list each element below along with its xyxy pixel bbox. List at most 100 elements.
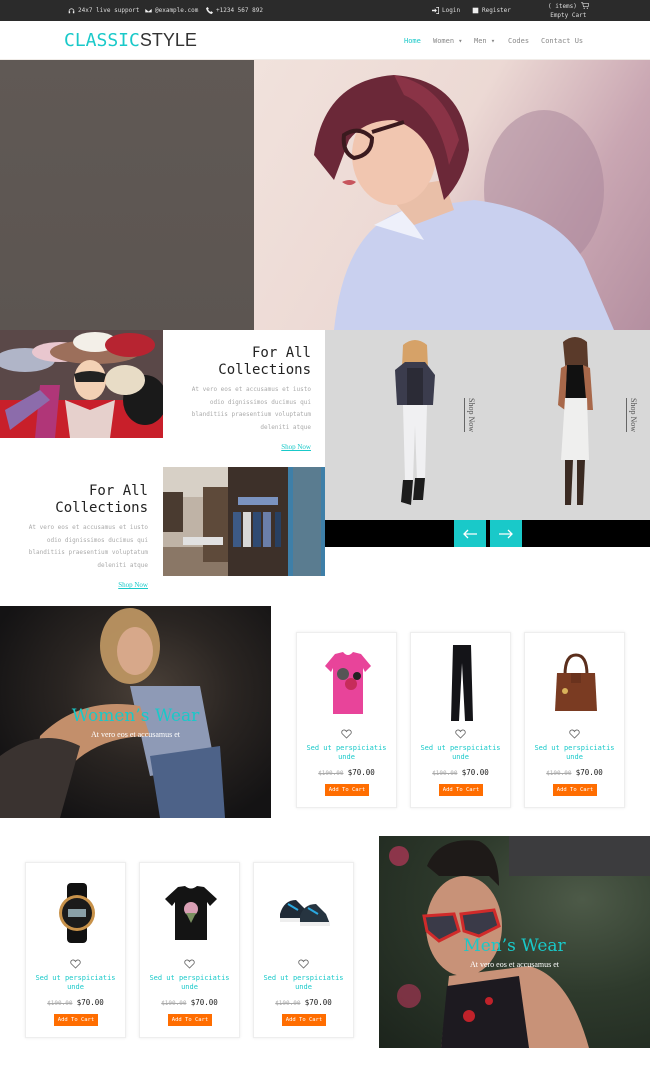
hats-image xyxy=(0,330,163,438)
old-price: $100.00 xyxy=(546,770,572,777)
wishlist-button[interactable] xyxy=(254,959,353,969)
slide-shop-now-2[interactable]: Shop Now xyxy=(626,398,638,433)
wishlist-button[interactable] xyxy=(26,959,125,969)
mens-wear-banner[interactable]: Men’s Wear At vero eos et accusamus et xyxy=(379,836,650,1048)
product-image-watch[interactable] xyxy=(36,869,117,957)
shop-now-link[interactable]: Shop Now xyxy=(281,443,311,451)
store-image xyxy=(163,467,325,576)
logo[interactable]: CLASSICSTYLE xyxy=(64,29,197,51)
product-card[interactable]: Sed ut perspiciatis unde $100.00 $70.00 … xyxy=(253,862,354,1038)
nav-contact[interactable]: Contact Us xyxy=(541,37,583,45)
sale-price: $70.00 xyxy=(575,768,603,777)
collection-description: At vero eos et accusamus et iusto odio d… xyxy=(8,522,148,572)
arrow-left-icon xyxy=(463,529,477,538)
add-to-cart-button[interactable]: Add To Cart xyxy=(553,784,597,796)
product-card[interactable]: Sed ut perspiciatis unde $100.00 $70.00 … xyxy=(296,632,397,808)
slider-next-button[interactable] xyxy=(490,520,522,547)
product-image-brown-handbag[interactable] xyxy=(535,639,616,727)
login-icon xyxy=(432,7,439,14)
wishlist-button[interactable] xyxy=(297,729,396,739)
product-name[interactable]: Sed ut perspiciatis unde xyxy=(30,974,121,992)
product-name[interactable]: Sed ut perspiciatis unde xyxy=(529,744,620,762)
email-info[interactable]: @example.com xyxy=(145,7,198,14)
add-to-cart-button[interactable]: Add To Cart xyxy=(282,1014,326,1026)
womens-wear-subtitle: At vero eos et accusamus et xyxy=(90,730,181,739)
nav-codes[interactable]: Codes xyxy=(508,37,529,45)
hero-banner xyxy=(0,60,650,330)
logo-part1: CLASSIC xyxy=(64,30,140,51)
add-to-cart-button[interactable]: Add To Cart xyxy=(168,1014,212,1026)
product-name[interactable]: Sed ut perspiciatis unde xyxy=(415,744,506,762)
collection-title-line1: For All xyxy=(88,483,148,499)
product-image-pink-tshirt[interactable] xyxy=(307,639,388,727)
old-price: $100.00 xyxy=(275,1000,301,1007)
arrow-right-icon xyxy=(499,529,513,538)
product-card[interactable]: Sed ut perspiciatis unde $100.00 $70.00 … xyxy=(524,632,625,808)
email-text[interactable]: @example.com xyxy=(155,7,198,14)
support-info: 24x7 live support xyxy=(68,7,139,14)
product-price: $100.00 $70.00 xyxy=(525,768,624,777)
womens-wear-banner[interactable]: Women’s Wear At vero eos et accusamus et xyxy=(0,606,271,818)
old-price: $100.00 xyxy=(432,770,458,777)
slider-models xyxy=(395,337,593,505)
sale-price: $70.00 xyxy=(304,998,332,1007)
collection-title-line2: Collections xyxy=(218,362,311,378)
wishlist-button[interactable] xyxy=(525,729,624,739)
desc-line: odio dignissimos ducimus qui xyxy=(46,536,148,544)
old-price: $100.00 xyxy=(47,1000,73,1007)
product-name[interactable]: Sed ut perspiciatis unde xyxy=(301,744,392,762)
heart-icon xyxy=(184,959,195,969)
register-icon xyxy=(472,7,479,14)
slide-shop-now-1[interactable]: Shop Now xyxy=(464,398,476,433)
support-text: 24x7 live support xyxy=(78,7,140,14)
desc-line: blanditiis praesentium voluptatum xyxy=(28,549,148,556)
shop-now-link[interactable]: Shop Now xyxy=(118,581,148,589)
product-image-black-jeans[interactable] xyxy=(421,639,502,727)
heart-icon xyxy=(569,729,580,739)
add-to-cart-button[interactable]: Add To Cart xyxy=(325,784,369,796)
desc-line: deleniti atque xyxy=(260,423,311,431)
product-price: $100.00 $70.00 xyxy=(26,998,125,1007)
desc-line: blanditiis praesentium voluptatum xyxy=(191,411,311,418)
product-name[interactable]: Sed ut perspiciatis unde xyxy=(258,974,349,992)
old-price: $100.00 xyxy=(161,1000,187,1007)
site-header: CLASSICSTYLE Home Women ▾ Men ▾ Codes Co… xyxy=(0,21,650,60)
nav-men[interactable]: Men ▾ xyxy=(474,37,495,45)
nav-women[interactable]: Women ▾ xyxy=(433,37,463,45)
mens-wear-subtitle: At vero eos et accusamus et xyxy=(469,960,560,969)
heart-icon xyxy=(70,959,81,969)
cart-icon xyxy=(580,2,589,9)
hero-left-panel xyxy=(0,60,254,330)
nav-home[interactable]: Home xyxy=(404,37,421,45)
product-name[interactable]: Sed ut perspiciatis unde xyxy=(144,974,235,992)
slider-prev-button[interactable] xyxy=(454,520,486,547)
login-link[interactable]: Login xyxy=(432,7,460,14)
desc-line: odio dignissimos ducimus qui xyxy=(209,398,311,406)
product-image-sneakers[interactable] xyxy=(264,869,345,957)
product-image-black-tshirt[interactable] xyxy=(150,869,231,957)
cart-widget[interactable]: ( items) Empty Cart xyxy=(548,2,589,20)
add-to-cart-button[interactable]: Add To Cart xyxy=(439,784,483,796)
cart-items[interactable]: ( items) xyxy=(548,3,577,10)
product-card[interactable]: Sed ut perspiciatis unde $100.00 $70.00 … xyxy=(410,632,511,808)
register-label[interactable]: Register xyxy=(482,7,511,14)
desc-line: At vero eos et accusamus et iusto xyxy=(28,524,148,531)
heart-icon xyxy=(298,959,309,969)
register-link[interactable]: Register xyxy=(472,7,511,14)
collection-title-line2: Collections xyxy=(55,500,148,516)
wishlist-button[interactable] xyxy=(140,959,239,969)
login-label[interactable]: Login xyxy=(442,7,460,14)
phone-text: +1234 567 892 xyxy=(216,7,263,14)
product-card[interactable]: Sed ut perspiciatis unde $100.00 $70.00 … xyxy=(139,862,240,1038)
desc-line: deleniti atque xyxy=(97,561,148,569)
product-card[interactable]: Sed ut perspiciatis unde $100.00 $70.00 … xyxy=(25,862,126,1038)
sale-price: $70.00 xyxy=(76,998,104,1007)
sale-price: $70.00 xyxy=(461,768,489,777)
sale-price: $70.00 xyxy=(190,998,218,1007)
headphones-icon xyxy=(68,8,75,14)
wishlist-button[interactable] xyxy=(411,729,510,739)
hero-image xyxy=(254,60,650,330)
cart-status[interactable]: Empty Cart xyxy=(548,11,589,20)
add-to-cart-button[interactable]: Add To Cart xyxy=(54,1014,98,1026)
collection-description: At vero eos et accusamus et iusto odio d… xyxy=(170,384,311,434)
